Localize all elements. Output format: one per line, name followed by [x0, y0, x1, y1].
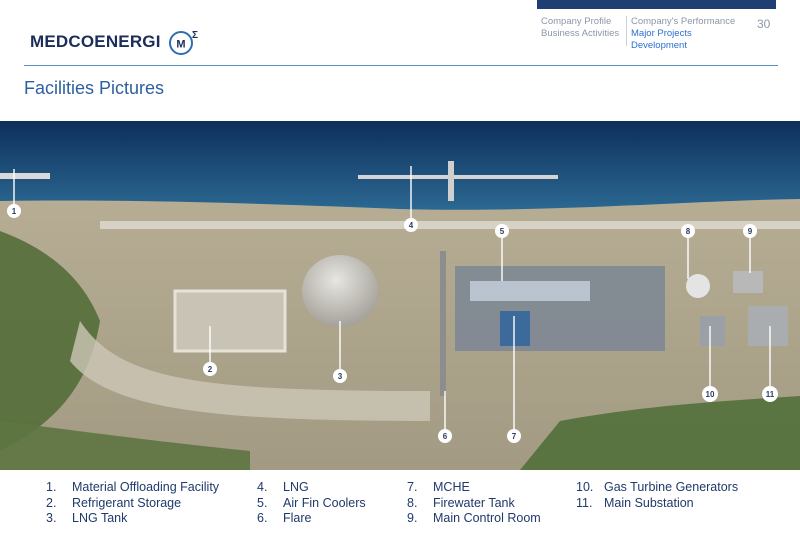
pipe-rack	[100, 221, 800, 229]
svg-text:M: M	[176, 39, 185, 51]
legend-label: Main Control Room	[433, 511, 541, 525]
legend-number: 4.	[257, 480, 268, 494]
marker-3-label: 3	[338, 372, 343, 381]
section-navigation: Company Profile Business Activities Comp…	[537, 16, 776, 51]
legend-label: Air Fin Coolers	[283, 495, 366, 510]
marker-8-label: 8	[686, 227, 691, 236]
lng-jetty	[358, 175, 558, 179]
legend-item: 7. MCHE	[407, 480, 541, 496]
legend-number: 2.	[46, 495, 57, 510]
legend-number: 5.	[257, 495, 268, 510]
facility-legend: 1. Material Offloading Facility 2. Refrige…	[0, 480, 800, 550]
legend-item: 1. Material Offloading Facility	[46, 480, 219, 496]
firewater-tank	[686, 274, 710, 298]
legend-column-2: 4. LNG 5. Air Fin Coolers 6. Flare	[257, 480, 366, 527]
flare-stack	[440, 251, 446, 396]
main-control-room	[733, 271, 763, 293]
marker-5-label: 5	[500, 227, 505, 236]
legend-number: 1.	[46, 480, 57, 494]
legend-item: 4. LNG	[257, 480, 366, 496]
legend-number: 3.	[46, 511, 57, 525]
legend-item: 5. Air Fin Coolers	[257, 496, 366, 512]
legend-label: LNG Tank	[72, 511, 128, 525]
process-train	[455, 266, 665, 351]
header-divider	[24, 65, 778, 66]
marker-2-label: 2	[208, 365, 213, 374]
marker-7-label: 7	[512, 432, 517, 441]
facility-aerial-photo: 1 2 3 4 5 6 7 8 9 10 11	[0, 121, 800, 470]
refrigerant-storage-pad	[173, 289, 287, 353]
legend-label: Gas Turbine Generators	[604, 480, 739, 494]
legend-item: 10. Gas Turbine Generators	[576, 480, 738, 496]
nav-item-company-performance[interactable]: Company's Performance	[631, 16, 745, 28]
legend-number: 10.	[576, 480, 594, 494]
legend-label: LNG	[283, 480, 309, 494]
legend-label: Material Offloading Facility	[72, 480, 220, 494]
nav-item-major-projects[interactable]: Major Projects Development	[631, 28, 745, 52]
nav-column-right: Company's Performance Major Projects Dev…	[627, 16, 751, 51]
main-substation	[748, 306, 788, 346]
company-name: MedcoEnergi	[30, 32, 161, 51]
marker-11-label: 11	[766, 390, 775, 399]
legend-number: 9.	[407, 511, 418, 525]
legend-column-4: 10. Gas Turbine Generators 11. Main Substa…	[576, 480, 738, 511]
legend-label: MCHE	[433, 480, 470, 494]
marker-9-label: 9	[748, 227, 753, 236]
company-logo: MedcoEnergi M Σ	[30, 28, 201, 56]
top-accent-bar	[537, 0, 776, 9]
air-fin-coolers	[470, 281, 590, 301]
nav-item-company-profile[interactable]: Company Profile	[541, 16, 620, 28]
legend-number: 11.	[576, 495, 593, 510]
marker-1-label: 1	[12, 207, 17, 216]
jetty-trestle	[448, 161, 454, 201]
legend-label: Firewater Tank	[433, 495, 515, 510]
legend-column-3: 7. MCHE 8. Firewater Tank 9. Main Control R…	[407, 480, 541, 527]
legend-label: Main Substation	[604, 495, 694, 510]
legend-item: 11. Main Substation	[576, 496, 738, 512]
nav-column-left: Company Profile Business Activities	[537, 16, 627, 46]
lng-tank	[302, 255, 378, 327]
legend-item: 2. Refrigerant Storage	[46, 496, 219, 512]
legend-item: 3. LNG Tank	[46, 511, 219, 527]
marker-10-label: 10	[706, 390, 715, 399]
medco-logo-icon: M Σ	[168, 30, 198, 55]
marker-4-label: 4	[409, 221, 414, 230]
legend-item: 9. Main Control Room	[407, 511, 541, 527]
legend-item: 8. Firewater Tank	[407, 496, 541, 512]
legend-item: 6. Flare	[257, 511, 366, 527]
mche-unit	[500, 311, 530, 346]
legend-number: 7.	[407, 480, 418, 494]
gas-turbine-generators	[700, 316, 725, 346]
legend-label: Flare	[283, 511, 312, 525]
legend-column-1: 1. Material Offloading Facility 2. Refrige…	[46, 480, 219, 527]
svg-text:Σ: Σ	[192, 30, 198, 41]
legend-label: Refrigerant Storage	[72, 495, 182, 510]
page-number: 30	[757, 17, 771, 31]
legend-number: 6.	[257, 511, 268, 525]
offloading-jetty	[0, 173, 50, 179]
legend-number: 8.	[407, 495, 418, 510]
page-title: Facilities Pictures	[24, 78, 165, 98]
aerial-photo-illustration: 1 2 3 4 5 6 7 8 9 10 11	[0, 121, 800, 470]
nav-item-business-activities[interactable]: Business Activities	[541, 28, 620, 40]
marker-6-label: 6	[443, 432, 448, 441]
